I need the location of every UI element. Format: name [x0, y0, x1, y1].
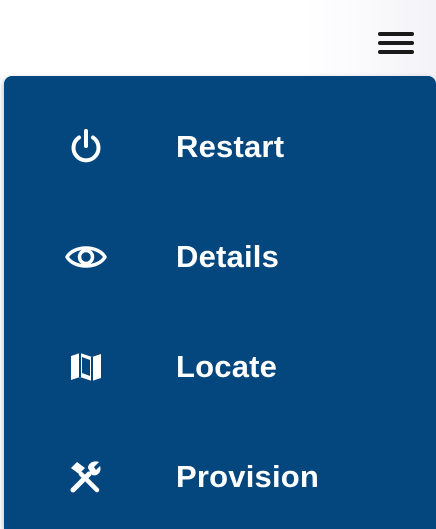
menu-item-label: Restart: [176, 129, 285, 164]
menu-item-provision[interactable]: Provision: [4, 432, 436, 522]
hamburger-menu-icon[interactable]: [376, 28, 416, 58]
menu-item-label: Provision: [176, 459, 320, 494]
menu-item-label: Details: [176, 239, 280, 274]
dropdown-menu: Restart Details Locate Provision: [4, 76, 436, 529]
hamburger-line: [378, 50, 414, 54]
menu-item-restart[interactable]: Restart: [4, 102, 436, 192]
menu-item-details[interactable]: Details: [4, 212, 436, 302]
eye-icon: [64, 235, 108, 279]
hamburger-line: [378, 41, 414, 45]
map-icon: [64, 345, 108, 389]
menu-item-label: Locate: [176, 349, 278, 384]
tools-icon: [64, 455, 108, 499]
hamburger-line: [378, 32, 414, 36]
app-screen: Restart Details Locate Provision: [0, 0, 436, 529]
top-bar: [0, 0, 436, 76]
menu-item-locate[interactable]: Locate: [4, 322, 436, 412]
power-icon: [64, 125, 108, 169]
